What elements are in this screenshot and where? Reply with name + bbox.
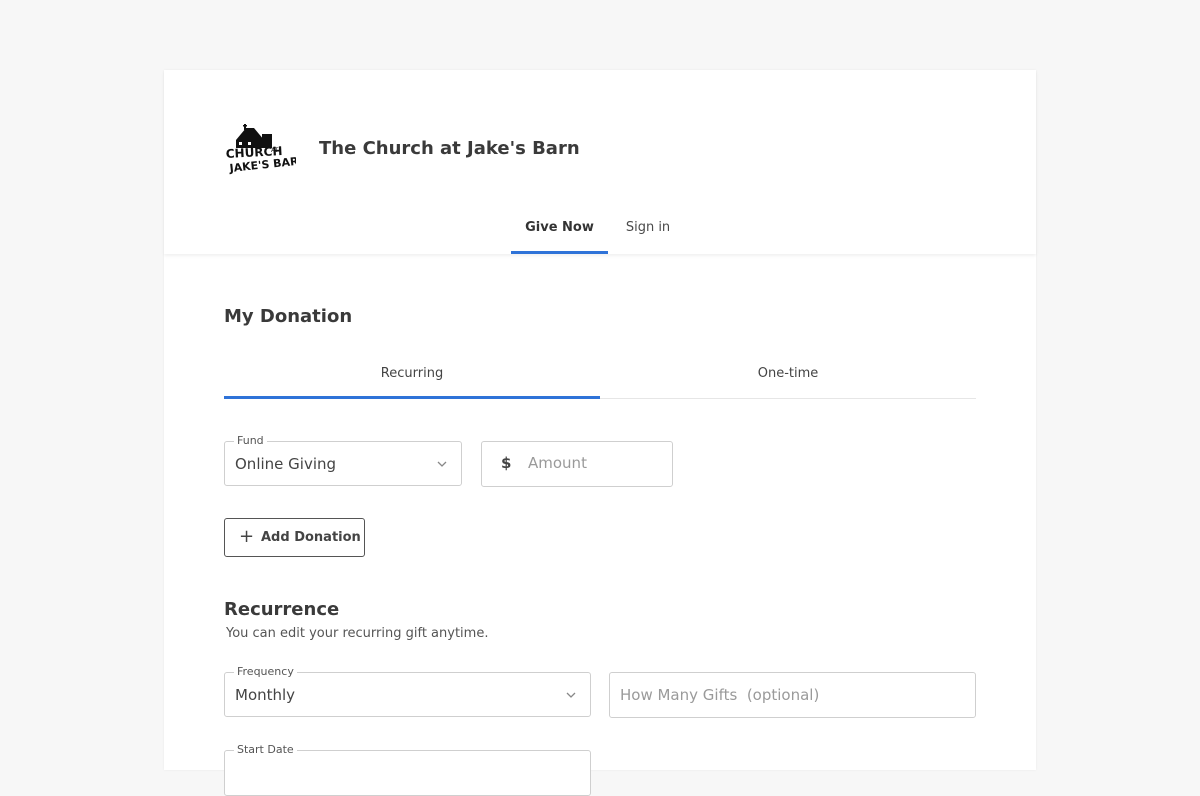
my-donation-heading: My Donation (224, 306, 353, 327)
how-many-gifts-input[interactable]: How Many Gifts (optional) (609, 672, 976, 718)
how-many-gifts-placeholder: How Many Gifts (optional) (620, 686, 820, 704)
nav-tab-sign-in[interactable]: Sign in (620, 220, 676, 254)
chevron-down-icon (437, 461, 447, 467)
page-header: CHURCH AT JAKE'S BARN The Church at Jake… (164, 70, 1036, 254)
recurrence-heading: Recurrence (224, 599, 340, 620)
tab-recurring[interactable]: Recurring (224, 366, 600, 396)
tab-one-time[interactable]: One-time (600, 366, 976, 396)
organization-name: The Church at Jake's Barn (319, 138, 580, 159)
plus-icon: + (239, 526, 255, 547)
svg-text:AT: AT (271, 147, 279, 154)
amount-placeholder: Amount (528, 454, 587, 472)
frequency-select[interactable]: Frequency Monthly (224, 665, 591, 717)
fund-value: Online Giving (235, 455, 337, 473)
nav-tab-give-now[interactable]: Give Now (511, 220, 608, 254)
nav-active-indicator (511, 251, 608, 254)
start-date-field[interactable]: Start Date (224, 743, 591, 796)
add-donation-button[interactable]: + Add Donation (224, 518, 365, 557)
tab-active-indicator (224, 396, 600, 399)
donation-card: CHURCH AT JAKE'S BARN The Church at Jake… (164, 70, 1036, 796)
chevron-down-icon (566, 692, 576, 698)
church-logo-icon: CHURCH AT JAKE'S BARN (225, 124, 296, 175)
add-donation-label: Add Donation (261, 530, 361, 545)
fund-label: Fund (234, 434, 267, 447)
recurrence-subtitle: You can edit your recurring gift anytime… (226, 626, 489, 641)
amount-input[interactable]: $ Amount (481, 441, 673, 487)
frequency-label: Frequency (234, 665, 297, 678)
frequency-value: Monthly (235, 686, 296, 704)
dollar-sign-icon: $ (501, 454, 512, 472)
fund-select[interactable]: Fund Online Giving (224, 434, 462, 486)
